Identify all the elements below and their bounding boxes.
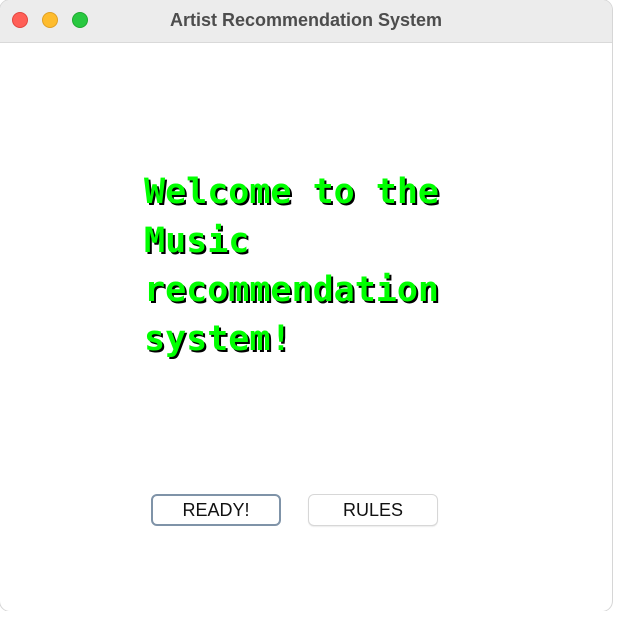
welcome-line-1: Welcome to the (144, 172, 440, 212)
welcome-line-4: system! (144, 319, 292, 359)
ready-button[interactable]: READY! (151, 494, 281, 526)
title-bar[interactable]: Artist Recommendation System (0, 0, 612, 43)
window-bottom-edge (0, 611, 612, 617)
welcome-message: Welcome to the Music recommendation syst… (144, 168, 514, 364)
welcome-line-3: recommendation (144, 270, 440, 310)
window-title: Artist Recommendation System (169, 10, 443, 30)
app-window: Artist Recommendation System Welcome to … (0, 0, 612, 611)
welcome-line-2: Music (144, 221, 250, 261)
rules-button[interactable]: RULES (308, 494, 438, 526)
